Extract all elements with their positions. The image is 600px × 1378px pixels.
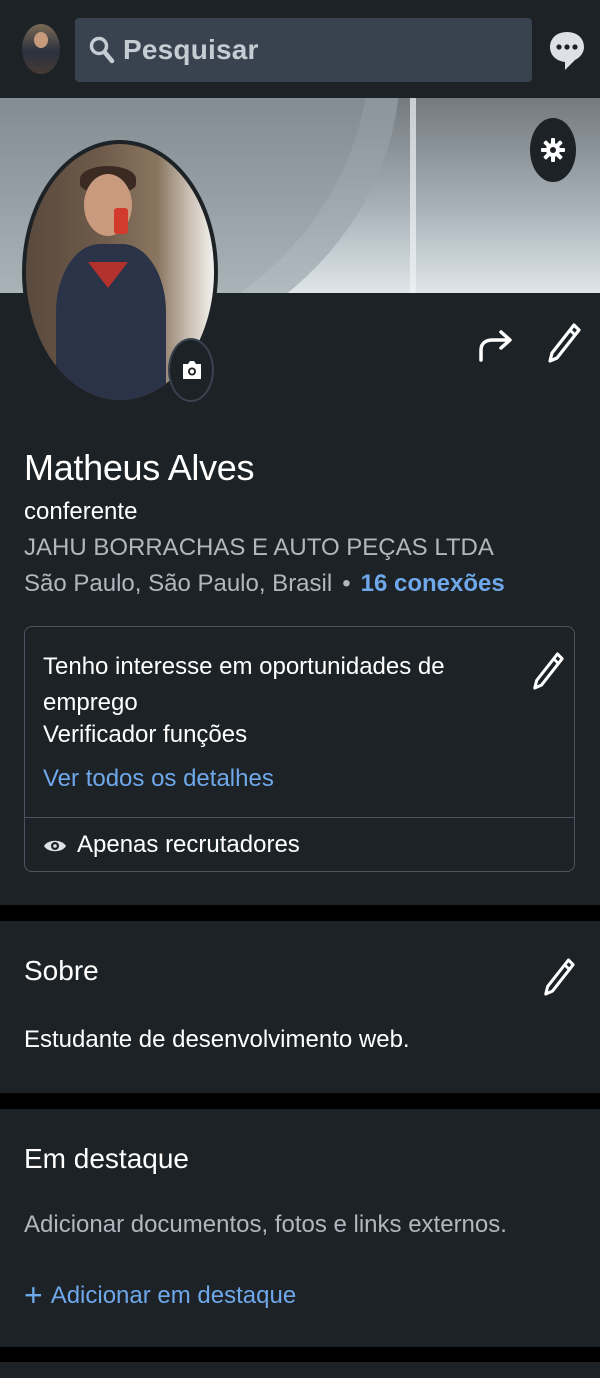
profile-headline: conferente	[24, 498, 138, 525]
profile-name: Matheus Alves	[24, 447, 255, 488]
eye-icon	[43, 837, 67, 860]
visibility-label: Apenas recrutadores	[77, 831, 300, 858]
next-section-edge	[0, 1362, 600, 1378]
camera-icon	[183, 361, 201, 379]
messaging-icon[interactable]	[548, 30, 586, 77]
edit-photo-button[interactable]	[168, 338, 214, 402]
add-featured-label: Adicionar em destaque	[50, 1282, 297, 1309]
plus-icon: +	[24, 1277, 43, 1313]
featured-title: Em destaque	[24, 1143, 189, 1174]
edit-open-to-work-pencil-icon[interactable]	[531, 651, 565, 696]
profile-company: JAHU BORRACHAS E AUTO PEÇAS LTDA	[24, 534, 494, 561]
see-all-details-link[interactable]: Ver todos os detalhes	[43, 765, 274, 793]
separator-dot: •	[342, 570, 351, 597]
profile-location: São Paulo, São Paulo, Brasil	[24, 570, 333, 597]
divider	[25, 817, 574, 818]
add-featured-button[interactable]: + Adicionar em destaque	[24, 1277, 296, 1314]
top-bar: Pesquisar	[0, 0, 600, 98]
location-line: São Paulo, São Paulo, Brasil • 16 conexões	[24, 570, 505, 598]
search-placeholder: Pesquisar	[123, 34, 259, 65]
featured-description: Adicionar documentos, fotos e links exte…	[24, 1211, 507, 1238]
about-title: Sobre	[24, 955, 99, 986]
about-text: Estudante de desenvolvimento web.	[24, 1026, 410, 1053]
connections-link[interactable]: 16 conexões	[361, 570, 505, 597]
featured-section: Em destaque Adicionar documentos, fotos …	[0, 1109, 600, 1347]
gear-icon	[541, 138, 565, 162]
search-bar[interactable]: Pesquisar	[75, 18, 532, 82]
about-section: Sobre Estudante de desenvolvimento web.	[0, 921, 600, 1093]
open-to-work-card[interactable]: Tenho interesse em oportunidades de empr…	[24, 626, 575, 872]
user-avatar[interactable]	[22, 24, 60, 74]
open-to-work-title: Tenho interesse em oportunidades de empr…	[43, 653, 445, 716]
search-icon	[89, 36, 115, 69]
share-icon[interactable]	[476, 326, 516, 369]
open-to-work-roles: Verificador funções	[43, 721, 248, 748]
settings-button[interactable]	[530, 118, 576, 182]
edit-intro-pencil-icon[interactable]	[546, 322, 582, 369]
edit-about-pencil-icon[interactable]	[542, 957, 576, 1002]
